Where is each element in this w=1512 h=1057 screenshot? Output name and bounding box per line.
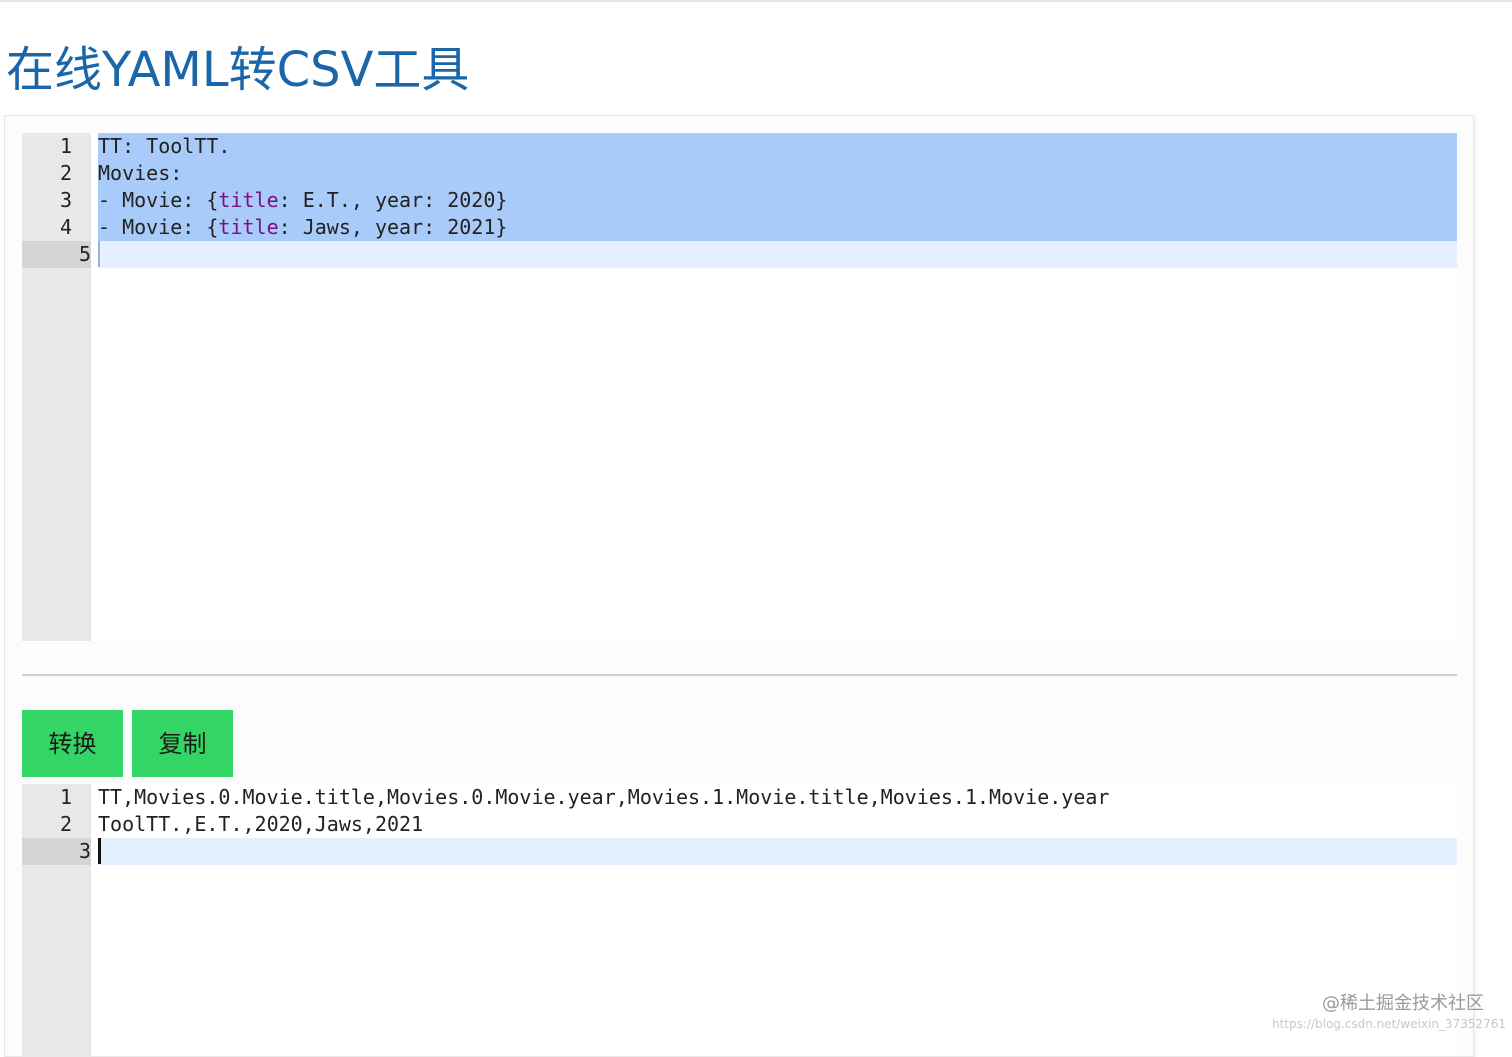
line-number: 5: [22, 241, 91, 268]
line-number: 1: [59, 785, 72, 809]
code-token: : E.T., year: 2020}: [278, 188, 508, 212]
editor-line[interactable]: 2 ToolTT.,E.T.,2020,Jaws,2021: [22, 811, 1457, 838]
editor-line-active[interactable]: 5: [22, 241, 1457, 268]
code-token: - Movie: {: [98, 215, 219, 239]
line-number: 2: [59, 812, 72, 836]
convert-button[interactable]: 转换: [22, 710, 123, 777]
editor-line[interactable]: 1 TT: ToolTT.: [22, 133, 1457, 160]
keyword-token: title: [218, 215, 279, 239]
line-text: [98, 241, 1457, 268]
keyword-token: title: [218, 188, 279, 212]
text-cursor: [98, 838, 101, 864]
line-number: 2: [59, 161, 72, 185]
line-text: TT: ToolTT.: [98, 133, 1457, 160]
line-text: [98, 838, 1457, 865]
top-rule: [0, 0, 1512, 2]
code-token: : Jaws, year: 2021}: [278, 215, 508, 239]
line-number: 3: [59, 188, 72, 212]
watermark: @稀土掘金技术社区: [1322, 993, 1484, 1014]
yaml-input-editor[interactable]: 1 TT: ToolTT. 2 Movies: 3 - Movie: {titl…: [22, 133, 1457, 641]
line-number: 1: [59, 134, 72, 158]
line-text: ToolTT.,E.T.,2020,Jaws,2021: [98, 812, 424, 836]
page-title: 在线YAML转CSV工具: [6, 42, 470, 98]
editor-line[interactable]: 2 Movies:: [22, 160, 1457, 187]
line-text: Movies:: [98, 160, 1457, 187]
watermark-url: https://blog.csdn.net/weixin_37352761: [1271, 1017, 1506, 1031]
divider: [22, 674, 1457, 676]
line-number: 3: [22, 838, 91, 865]
tool-panel: 1 TT: ToolTT. 2 Movies: 3 - Movie: {titl…: [4, 115, 1474, 1057]
line-number: 4: [59, 215, 72, 239]
code-token: - Movie: {: [98, 188, 219, 212]
editor-line[interactable]: 4 - Movie: {title: Jaws, year: 2021}: [22, 214, 1457, 241]
line-text: TT,Movies.0.Movie.title,Movies.0.Movie.y…: [98, 785, 1110, 809]
editor-line[interactable]: 1 TT,Movies.0.Movie.title,Movies.0.Movie…: [22, 784, 1457, 811]
editor-line-active[interactable]: 3: [22, 838, 1457, 865]
line-text: - Movie: {title: E.T., year: 2020}: [98, 187, 1457, 214]
copy-button[interactable]: 复制: [132, 710, 233, 777]
csv-output-editor[interactable]: 1 TT,Movies.0.Movie.title,Movies.0.Movie…: [22, 784, 1457, 1056]
line-text: - Movie: {title: Jaws, year: 2021}: [98, 214, 1457, 241]
text-cursor: [98, 241, 100, 267]
editor-line[interactable]: 3 - Movie: {title: E.T., year: 2020}: [22, 187, 1457, 214]
